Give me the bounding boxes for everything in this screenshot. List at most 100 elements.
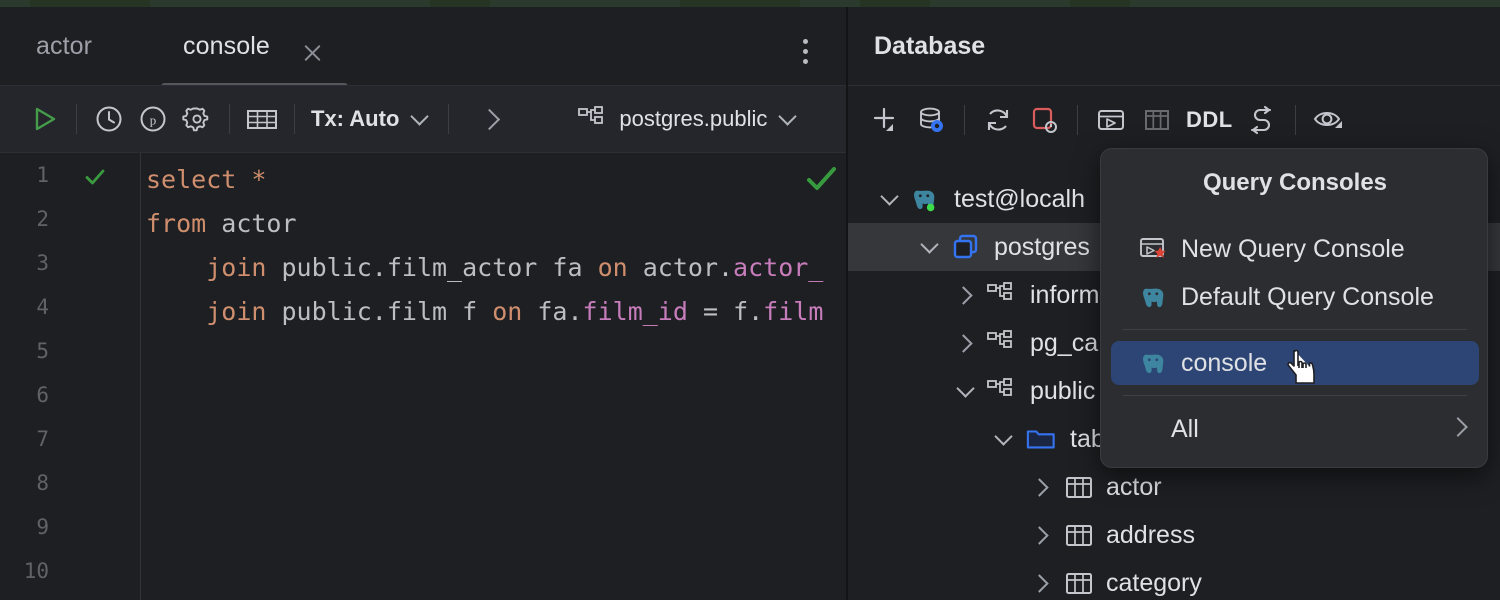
folder-icon: [1026, 424, 1056, 454]
table-icon: [1064, 568, 1094, 598]
chevron-right-icon[interactable]: [952, 330, 978, 356]
chevron-right-icon[interactable]: [467, 97, 511, 141]
tree-item-table-category[interactable]: category: [848, 559, 1500, 600]
schema-icon: [986, 328, 1016, 358]
line-number: 5: [36, 339, 49, 363]
query-consoles-popup: Query Consoles New Query Console Default…: [1100, 148, 1488, 468]
tree-item-label: inform: [1030, 280, 1100, 309]
toolbar-separator-3: [294, 104, 295, 134]
line-number: 1: [36, 163, 49, 187]
tab-actor[interactable]: actor: [36, 7, 92, 85]
chevron-right-icon[interactable]: [1028, 522, 1054, 548]
pointer-hand-cursor: [1286, 348, 1320, 386]
database-toolbar: DDL: [848, 85, 1500, 153]
circled-p-icon[interactable]: p: [131, 97, 175, 141]
line-number: 4: [36, 295, 49, 319]
schema-icon: [986, 376, 1016, 406]
postgres-elephant-icon: [910, 184, 940, 214]
tx-mode-dropdown[interactable]: Tx: Auto: [305, 103, 430, 132]
menu-item-label: console: [1181, 348, 1268, 377]
svg-text:p: p: [150, 113, 157, 128]
eye-with-dropdown-icon[interactable]: [1306, 97, 1352, 143]
chevron-right-icon[interactable]: [1028, 570, 1054, 596]
chevron-right-icon[interactable]: [952, 282, 978, 308]
schema-label: postgres.public: [619, 106, 768, 131]
tree-item-label: pg_ca: [1030, 328, 1099, 357]
clock-icon[interactable]: [87, 97, 131, 141]
jump-to-icon[interactable]: [1239, 97, 1285, 143]
line-number: 7: [36, 427, 49, 451]
chevron-down-icon: [410, 103, 430, 129]
page-title: Database: [874, 31, 986, 60]
menu-item-console[interactable]: console: [1111, 341, 1479, 385]
chevron-down-icon[interactable]: [876, 186, 902, 212]
tree-item-table-actor[interactable]: actor: [848, 463, 1500, 511]
table-grid-icon[interactable]: [1134, 97, 1180, 143]
chevron-down-icon[interactable]: [916, 234, 942, 260]
ddl-button[interactable]: DDL: [1180, 107, 1239, 133]
toolbar-separator-1: [76, 104, 77, 134]
table-icon: [1064, 520, 1094, 550]
database-settings-icon[interactable]: [908, 97, 954, 143]
popup-title: Query Consoles: [1202, 169, 1388, 196]
tab-console-label: console: [183, 31, 270, 60]
new-query-console-icon: [1137, 232, 1171, 266]
schema-selector[interactable]: postgres.public: [577, 103, 798, 132]
tree-item-label: postgres: [994, 232, 1090, 261]
tab-actor-label: actor: [36, 31, 93, 60]
editor-pane: actor console p Tx: Auto postgres.public…: [0, 7, 846, 600]
refresh-icon[interactable]: [975, 97, 1021, 143]
database-icon: [952, 232, 982, 262]
menu-item-all[interactable]: All: [1111, 407, 1479, 451]
gear-icon[interactable]: [175, 97, 219, 141]
menu-item-label: All: [1171, 414, 1199, 443]
menu-item-label: Default Query Console: [1181, 282, 1434, 311]
db-toolbar-separator-2: [1077, 104, 1078, 135]
inspection-status-icon[interactable]: [805, 165, 839, 200]
ddl-label: DDL: [1186, 106, 1233, 132]
toolbar-separator-4: [448, 104, 450, 134]
chevron-right-icon: [1448, 416, 1468, 439]
plus-with-dropdown-icon[interactable]: [862, 97, 908, 143]
code-text[interactable]: select * from actor join public.film_act…: [146, 153, 846, 600]
stop-red-icon[interactable]: [1021, 97, 1067, 143]
table-icon: [1064, 472, 1094, 502]
tab-console[interactable]: console: [183, 7, 270, 85]
more-vertical-icon[interactable]: [799, 39, 813, 67]
menu-separator-1: [1123, 329, 1467, 330]
editor-gutter: 1 2 3 4 5 6 7 8 9 10: [0, 153, 141, 600]
close-icon[interactable]: [300, 40, 326, 66]
tree-item-label: public: [1030, 376, 1096, 405]
toolbar-separator-2: [229, 104, 230, 134]
query-console-icon[interactable]: [1088, 97, 1134, 143]
table-grid-icon[interactable]: [240, 97, 284, 141]
line-number: 8: [36, 471, 49, 495]
tx-mode-label: Tx: Auto: [311, 106, 400, 131]
green-check-icon: [84, 166, 106, 188]
editor-tab-bar: actor console: [0, 7, 846, 90]
line-number: 10: [23, 559, 49, 583]
chevron-right-icon[interactable]: [1028, 474, 1054, 500]
tree-item-table-address[interactable]: address: [848, 511, 1500, 559]
play-icon[interactable]: [22, 97, 66, 141]
tree-item-label: category: [1106, 568, 1202, 597]
db-toolbar-separator-3: [1294, 104, 1296, 135]
menu-separator-2: [1123, 395, 1467, 396]
menu-item-default-query-console[interactable]: Default Query Console: [1111, 275, 1479, 319]
schema-icon: [577, 106, 607, 132]
chevron-down-icon[interactable]: [952, 378, 978, 404]
postgres-elephant-icon: [1137, 280, 1171, 314]
postgres-elephant-icon: [1137, 346, 1171, 380]
tree-item-label: actor: [1106, 472, 1162, 501]
top-menu-strip: [0, 0, 1500, 7]
code-editor[interactable]: 1 2 3 4 5 6 7 8 9 10 select * from actor…: [0, 153, 846, 600]
editor-toolbar: p Tx: Auto postgres.public: [0, 85, 846, 153]
schema-icon: [986, 280, 1016, 310]
menu-item-new-query-console[interactable]: New Query Console: [1111, 227, 1479, 271]
chevron-down-icon: [778, 103, 798, 129]
line-number: 9: [36, 515, 49, 539]
db-toolbar-separator-1: [964, 104, 965, 135]
chevron-down-icon[interactable]: [990, 426, 1016, 452]
menu-item-label: New Query Console: [1181, 234, 1405, 263]
database-panel-title: Database: [848, 7, 1500, 85]
